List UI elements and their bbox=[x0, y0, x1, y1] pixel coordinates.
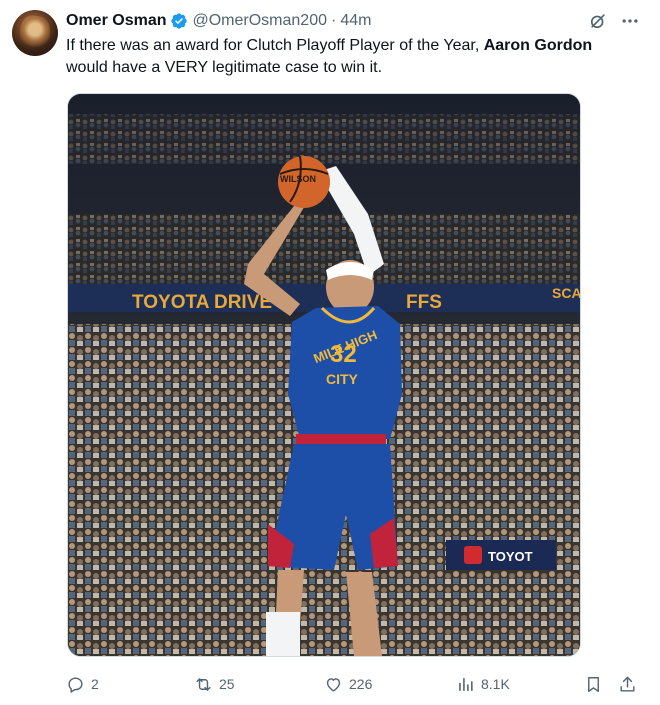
basketball: WILSON bbox=[278, 155, 330, 208]
reply-button[interactable]: 2 bbox=[66, 670, 99, 698]
tweet-timestamp[interactable]: 44m bbox=[340, 12, 371, 30]
like-count: 226 bbox=[349, 676, 373, 692]
header-separator: · bbox=[331, 12, 337, 29]
share-icon bbox=[618, 675, 637, 694]
views-count: 8.1K bbox=[481, 676, 510, 692]
tweet-text: If there was an award for Clutch Playoff… bbox=[66, 35, 636, 79]
arena-sign-text: TOYOT bbox=[488, 549, 533, 564]
tweet-photo[interactable]: TOYOTA DRIVE FFS SCA TOYOT MILE HIGH 32 … bbox=[67, 93, 581, 657]
arena-banner-text-3: SCA bbox=[552, 285, 580, 301]
reply-count: 2 bbox=[91, 676, 99, 692]
views-icon bbox=[456, 675, 475, 694]
like-icon bbox=[324, 675, 343, 694]
tweet-header: Omer Osman @OmerOsman200 · 44m bbox=[66, 10, 371, 32]
bookmark-icon bbox=[584, 675, 603, 694]
grok-icon[interactable] bbox=[588, 11, 608, 31]
more-options-icon[interactable] bbox=[620, 11, 640, 31]
views-button[interactable]: 8.1K bbox=[456, 670, 510, 698]
retweet-count: 25 bbox=[219, 676, 235, 692]
tweet-actions: 2 25 226 8.1K bbox=[66, 670, 642, 698]
ball-text: WILSON bbox=[280, 174, 316, 184]
arena-banner-text-2: FFS bbox=[406, 292, 442, 313]
like-button[interactable]: 226 bbox=[324, 670, 372, 698]
tweet-top-actions bbox=[588, 11, 640, 31]
retweet-icon bbox=[194, 675, 213, 694]
reply-icon bbox=[66, 675, 85, 694]
profile-avatar[interactable] bbox=[12, 10, 58, 56]
retweet-button[interactable]: 25 bbox=[194, 670, 235, 698]
verified-badge-icon bbox=[170, 12, 188, 30]
author-handle[interactable]: @OmerOsman200 bbox=[192, 12, 327, 30]
tweet-text-part: would have a VERY legitimate case to win… bbox=[66, 59, 383, 76]
share-button[interactable] bbox=[618, 670, 643, 698]
arena-banner-text: TOYOTA DRIVE bbox=[132, 292, 272, 313]
jersey-number: 32 bbox=[330, 341, 357, 368]
jersey-city: CITY bbox=[326, 371, 359, 387]
tweet-text-part: If there was an award for Clutch Playoff… bbox=[66, 37, 484, 54]
bookmark-button[interactable] bbox=[584, 670, 609, 698]
author-name[interactable]: Omer Osman bbox=[66, 12, 166, 30]
tweet-text-mention: Aaron Gordon bbox=[483, 37, 593, 54]
